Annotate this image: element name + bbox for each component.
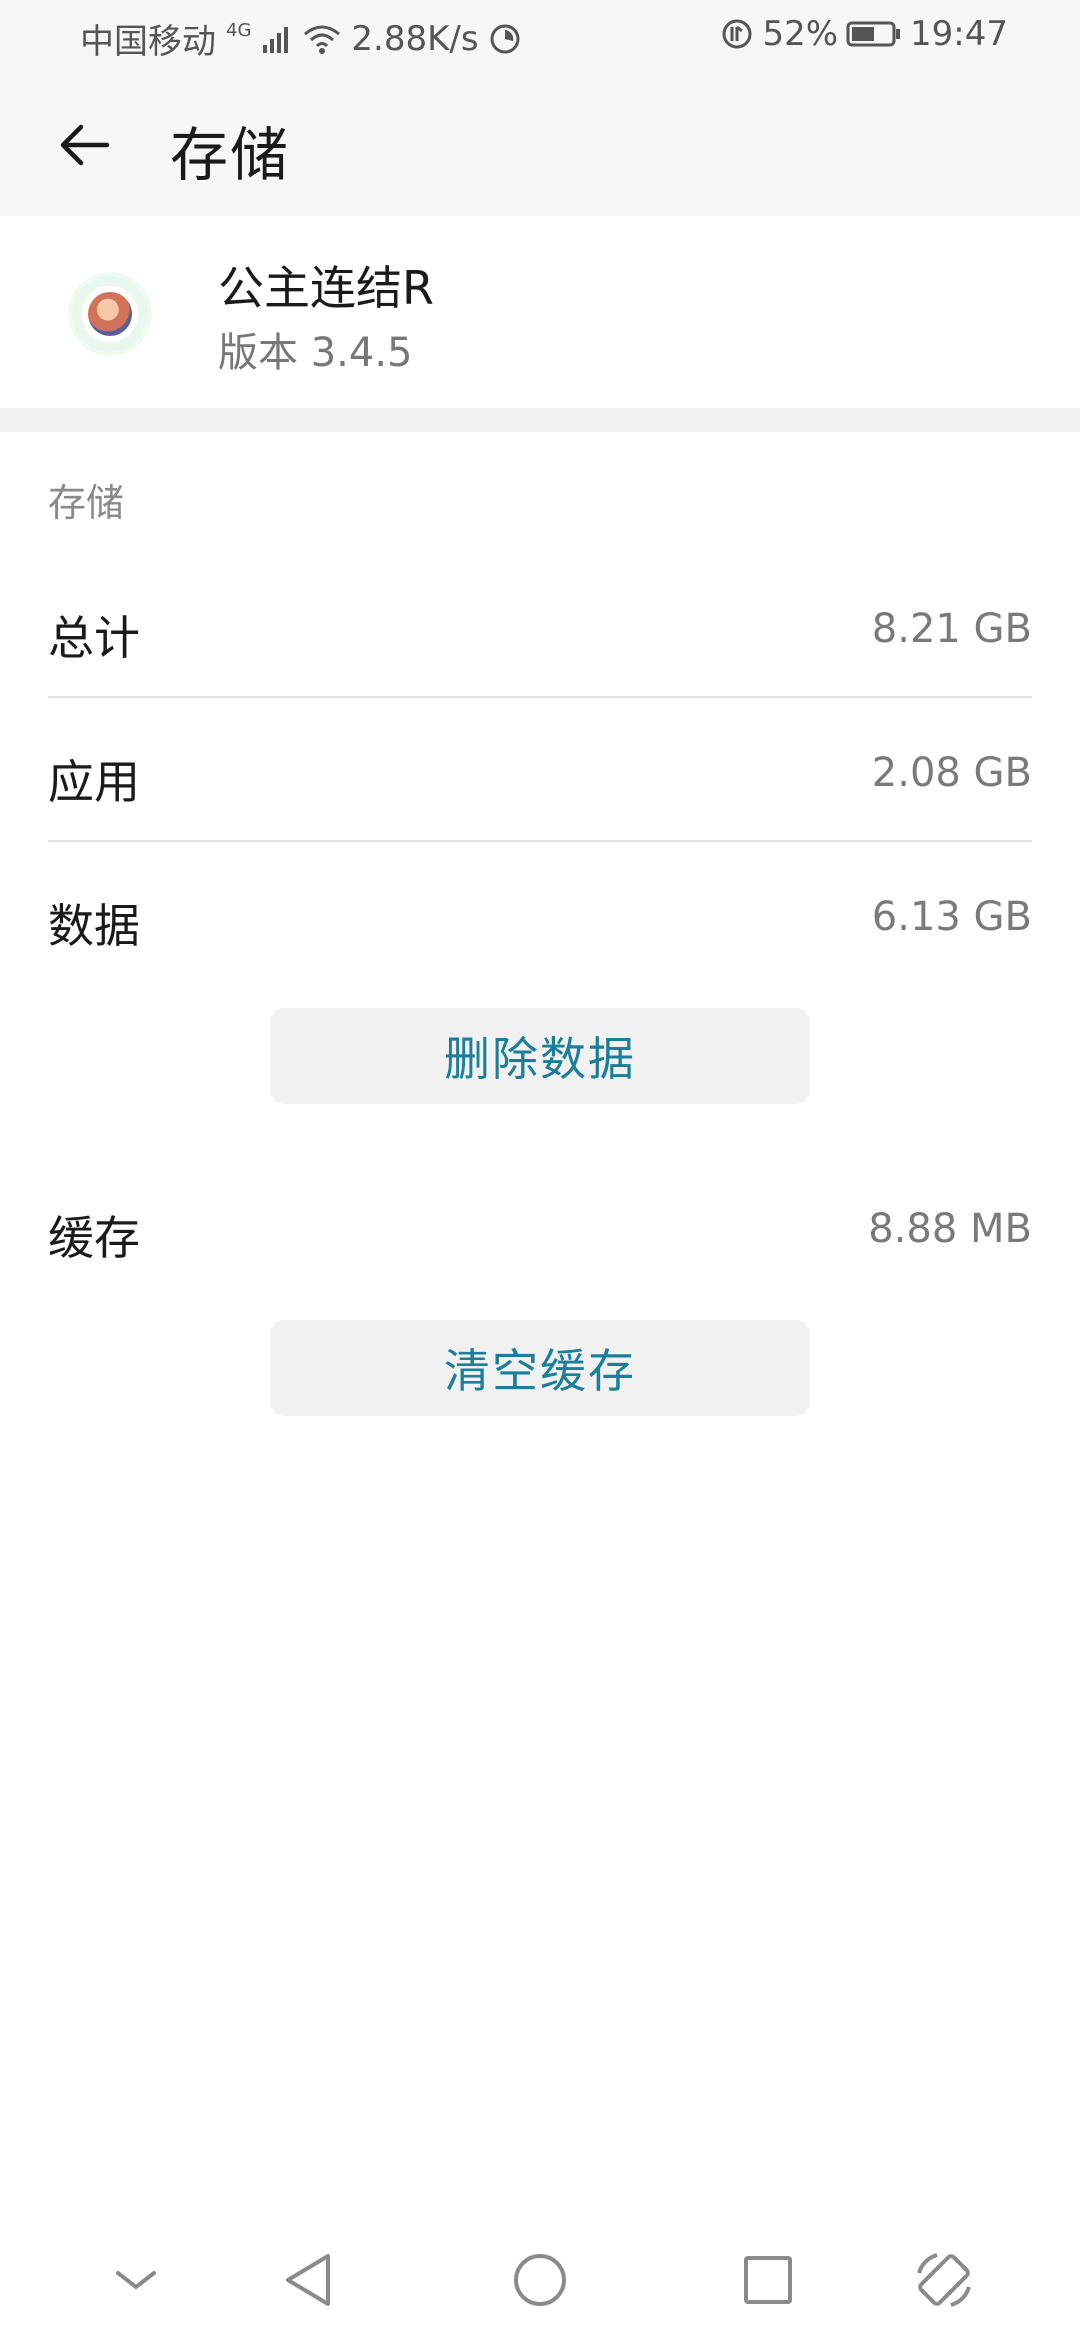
chevron-down-icon: [112, 2265, 160, 2299]
app-icon: [72, 276, 148, 352]
row-label: 数据: [48, 899, 140, 953]
network-type-label: 4G: [226, 20, 252, 41]
storage-row-cache: 缓存 8.88 MB: [48, 1156, 1032, 1300]
back-triangle-icon: [280, 2250, 336, 2314]
arrow-left-icon: [55, 115, 115, 179]
divider: [48, 696, 1032, 698]
network-speed-label: 2.88K/s: [351, 18, 479, 59]
row-value: 8.21 GB: [871, 606, 1032, 652]
recents-square-icon: [740, 2252, 796, 2312]
storage-row-app: 应用 2.08 GB: [48, 700, 1032, 844]
nav-rotate-button[interactable]: [904, 2242, 984, 2322]
delete-data-button[interactable]: 删除数据: [270, 1008, 810, 1104]
timer-icon: [489, 23, 521, 55]
status-bar: 中国移动 4G 2.88K/s 52% 19:47: [0, 0, 1080, 74]
app-info-card: 公主连结R 版本 3.4.5: [0, 216, 1080, 408]
home-circle-icon: [510, 2250, 570, 2314]
section-label-storage: 存储: [48, 481, 125, 525]
battery-percent-label: 52%: [762, 14, 839, 54]
divider: [48, 840, 1032, 842]
status-left: 中国移动 4G 2.88K/s: [80, 14, 521, 63]
app-bar: 存储: [0, 74, 1080, 216]
row-label: 应用: [48, 755, 140, 809]
battery-icon: [846, 20, 902, 48]
row-label: 总计: [48, 611, 140, 665]
app-name: 公主连结R: [218, 261, 434, 315]
page-title: 存储: [170, 121, 291, 189]
navigation-bar: [0, 2220, 1080, 2340]
nav-recents-button[interactable]: [728, 2242, 808, 2322]
back-button[interactable]: [50, 112, 120, 182]
nav-home-button[interactable]: [500, 2242, 580, 2322]
row-value: 6.13 GB: [871, 894, 1032, 940]
row-label: 缓存: [48, 1211, 140, 1265]
status-right: 52% 19:47: [720, 14, 1008, 54]
rotate-screen-icon: [909, 2245, 979, 2319]
clock-label: 19:47: [910, 14, 1008, 54]
section-divider: [0, 408, 1080, 432]
wifi-icon: [303, 24, 341, 54]
signal-icon: [263, 25, 293, 53]
nav-back-button[interactable]: [268, 2242, 348, 2322]
storage-row-data: 数据 6.13 GB: [48, 844, 1032, 988]
storage-row-total: 总计 8.21 GB: [48, 556, 1032, 700]
clear-cache-button[interactable]: 清空缓存: [270, 1320, 810, 1416]
data-saver-icon: [720, 17, 754, 51]
row-value: 2.08 GB: [871, 750, 1032, 796]
carrier-label: 中国移动: [80, 22, 216, 62]
nav-hide-button[interactable]: [96, 2242, 176, 2322]
row-value: 8.88 MB: [868, 1206, 1032, 1252]
app-version: 版本 3.4.5: [218, 330, 413, 376]
